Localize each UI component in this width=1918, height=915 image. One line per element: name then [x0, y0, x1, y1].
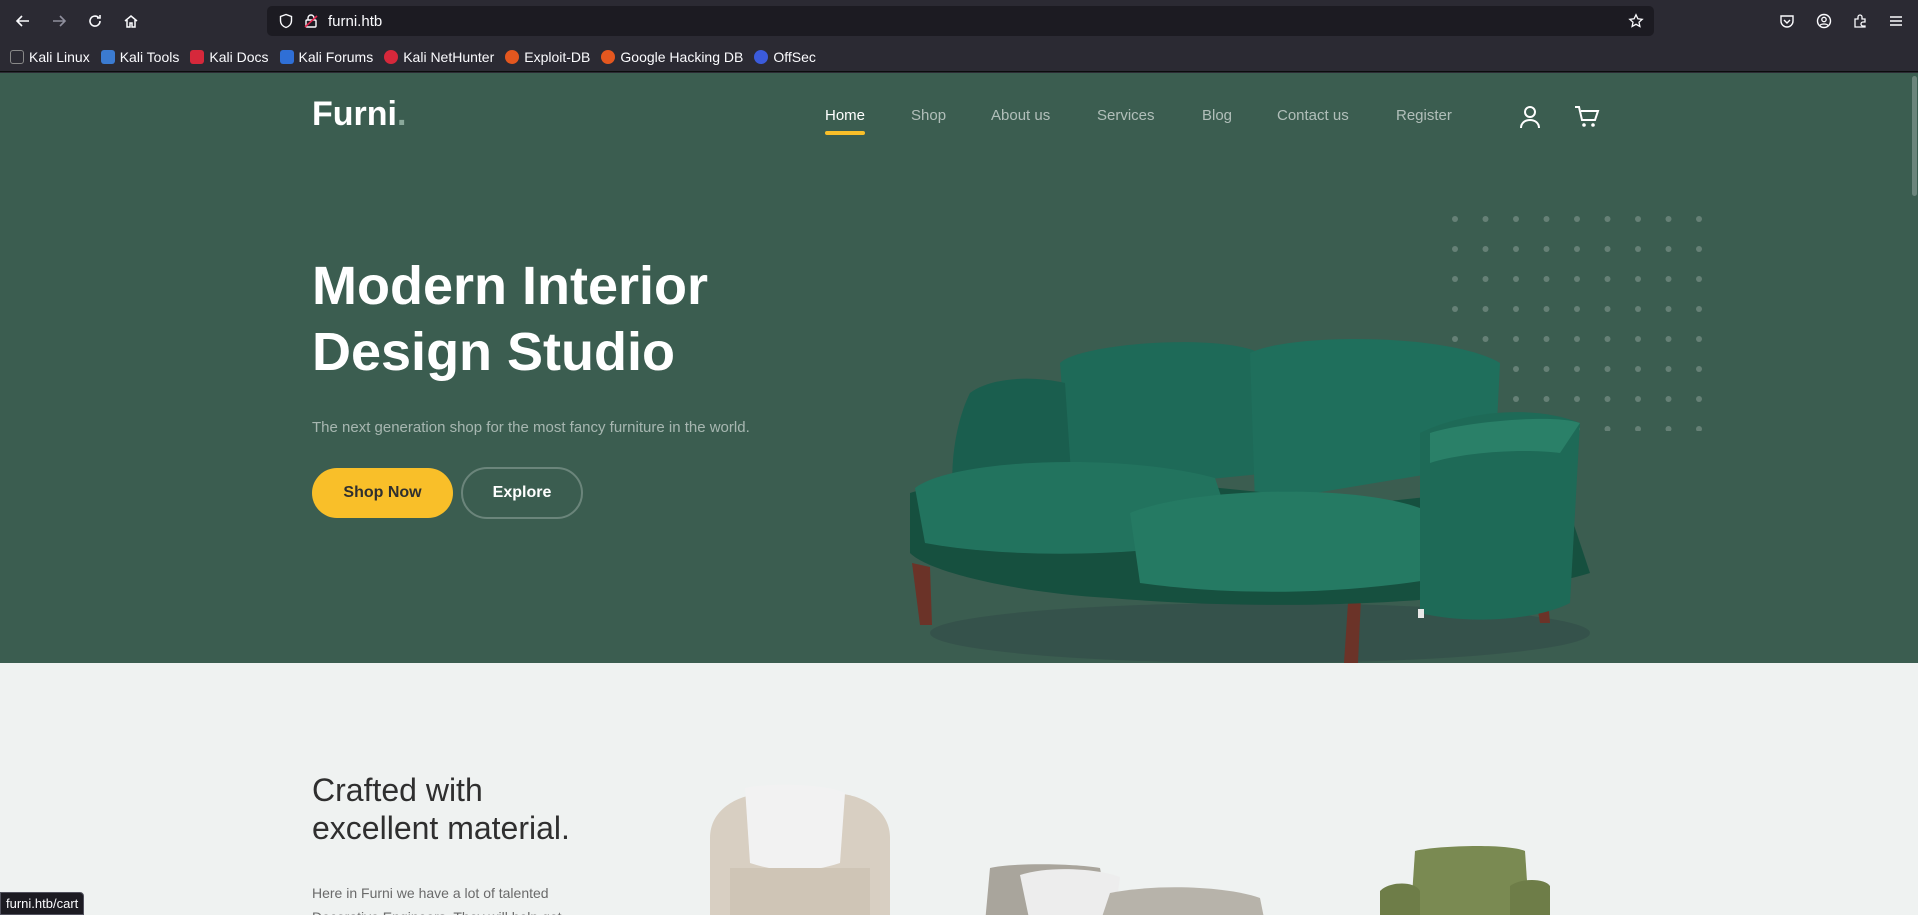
section-title: Crafted with excellent material.: [312, 772, 570, 846]
shield-icon[interactable]: [278, 13, 294, 29]
green-armchair-image: [1380, 846, 1550, 915]
shop-now-button[interactable]: Shop Now: [312, 468, 453, 518]
site-logo[interactable]: Furni.: [312, 95, 406, 134]
decor-dot: [1574, 246, 1580, 252]
decor-dot: [1665, 216, 1672, 222]
url-text[interactable]: furni.htb: [328, 13, 382, 30]
decor-dot: [1665, 336, 1672, 342]
nav-shop[interactable]: Shop: [911, 107, 946, 124]
back-button[interactable]: [10, 9, 36, 33]
forward-arrow-icon: [53, 15, 67, 27]
nav-register[interactable]: Register: [1396, 107, 1452, 124]
forward-button[interactable]: [46, 9, 72, 33]
bookmark-star-icon[interactable]: [1628, 13, 1644, 29]
bookmark-google-hacking-db[interactable]: Google Hacking DB: [601, 49, 743, 65]
nav-blog[interactable]: Blog: [1202, 107, 1232, 124]
decor-dot: [1696, 276, 1702, 282]
home-button[interactable]: [118, 9, 144, 33]
decor-dot: [1696, 216, 1702, 222]
user-icon[interactable]: [1516, 103, 1544, 131]
pocket-icon[interactable]: [1779, 13, 1795, 29]
kali-docs-icon: [190, 49, 205, 64]
bookmark-kali-docs[interactable]: Kali Docs: [190, 49, 269, 65]
decor-dot: [1635, 366, 1641, 372]
decor-dot: [1604, 246, 1611, 252]
decor-dot: [1665, 396, 1672, 402]
bookmark-exploit-db[interactable]: Exploit-DB: [505, 49, 590, 65]
decor-dot: [1574, 216, 1580, 222]
decor-dot: [1635, 276, 1641, 282]
decor-dot: [1665, 276, 1672, 282]
decor-dot: [1513, 216, 1519, 222]
insecure-lock-icon[interactable]: [303, 13, 319, 29]
decor-dot: [1635, 426, 1641, 431]
active-nav-underline: [825, 131, 865, 135]
account-icon[interactable]: [1816, 13, 1832, 29]
decor-dot: [1696, 426, 1702, 431]
scrollbar-thumb[interactable]: [1912, 76, 1917, 196]
bookmark-kali-tools[interactable]: Kali Tools: [100, 49, 179, 65]
hero-sofa-image: [910, 339, 1590, 663]
reload-icon: [89, 15, 101, 27]
decor-dot: [1665, 246, 1672, 252]
exploit-db-icon: [505, 49, 520, 64]
kali-tools-icon: [100, 49, 115, 64]
grey-lounge-chair-image: [985, 864, 1264, 915]
url-bar[interactable]: furni.htb: [267, 6, 1654, 36]
decor-dot: [1635, 246, 1641, 252]
decor-dot: [1635, 306, 1641, 312]
decor-dot: [1482, 246, 1489, 252]
nav-services[interactable]: Services: [1097, 107, 1155, 124]
decor-dot: [1665, 366, 1672, 372]
section-text: Here in Furni we have a lot of talented …: [312, 885, 562, 915]
nav-home[interactable]: Home: [825, 107, 865, 124]
beige-armchair-image: [710, 784, 890, 915]
decor-dot: [1696, 246, 1702, 252]
home-icon: [124, 15, 138, 28]
reload-button[interactable]: [82, 9, 108, 33]
page-viewport: Furni. Home Shop About us Services Blog …: [0, 73, 1918, 915]
page-scrollbar[interactable]: [1909, 73, 1918, 915]
decor-dot: [1543, 216, 1550, 222]
decor-dot: [1635, 216, 1641, 222]
decor-dot: [1696, 336, 1702, 342]
nav-about-us[interactable]: About us: [991, 107, 1050, 124]
decor-dot: [1665, 306, 1672, 312]
hero-title: Modern Interior Design Studio: [312, 256, 709, 382]
decor-dot: [1543, 246, 1550, 252]
bookmark-offsec[interactable]: OffSec: [754, 49, 816, 65]
decor-dot: [1604, 216, 1611, 222]
decor-dot: [1696, 396, 1702, 402]
decor-dot: [1452, 246, 1458, 252]
bookmark-kali-nethunter[interactable]: Kali NetHunter: [384, 49, 494, 65]
decor-dot: [1513, 246, 1519, 252]
decor-dot: [1452, 216, 1458, 222]
decor-dot: [1635, 336, 1641, 342]
decor-dot: [1696, 366, 1702, 372]
nethunter-icon: [384, 49, 399, 64]
explore-button[interactable]: Explore: [461, 467, 583, 519]
ghdb-icon: [601, 49, 616, 64]
decor-dot: [1665, 426, 1672, 431]
decor-dot: [1635, 396, 1641, 402]
offsec-icon: [754, 49, 769, 64]
kali-dragon-icon: [10, 49, 24, 64]
nav-contact-us[interactable]: Contact us: [1277, 107, 1349, 124]
hero-subtitle: The next generation shop for the most fa…: [312, 419, 750, 436]
hamburger-menu-icon[interactable]: [1888, 13, 1904, 29]
bookmark-kali-forums[interactable]: Kali Forums: [279, 49, 373, 65]
browser-toolbar: furni.htb: [0, 0, 1918, 42]
decor-dot: [1696, 306, 1702, 312]
cart-icon[interactable]: [1573, 103, 1601, 131]
back-arrow-icon: [15, 15, 29, 27]
bookmark-kali-linux[interactable]: Kali Linux: [10, 49, 90, 65]
bookmarks-bar: Kali Linux Kali Tools Kali Docs Kali For…: [0, 42, 1918, 72]
decor-dot: [1482, 216, 1489, 222]
kali-forums-icon: [279, 49, 294, 64]
link-status-tooltip: furni.htb/cart: [0, 892, 85, 915]
extensions-icon[interactable]: [1852, 13, 1868, 29]
hero-section: Furni. Home Shop About us Services Blog …: [0, 73, 1918, 663]
